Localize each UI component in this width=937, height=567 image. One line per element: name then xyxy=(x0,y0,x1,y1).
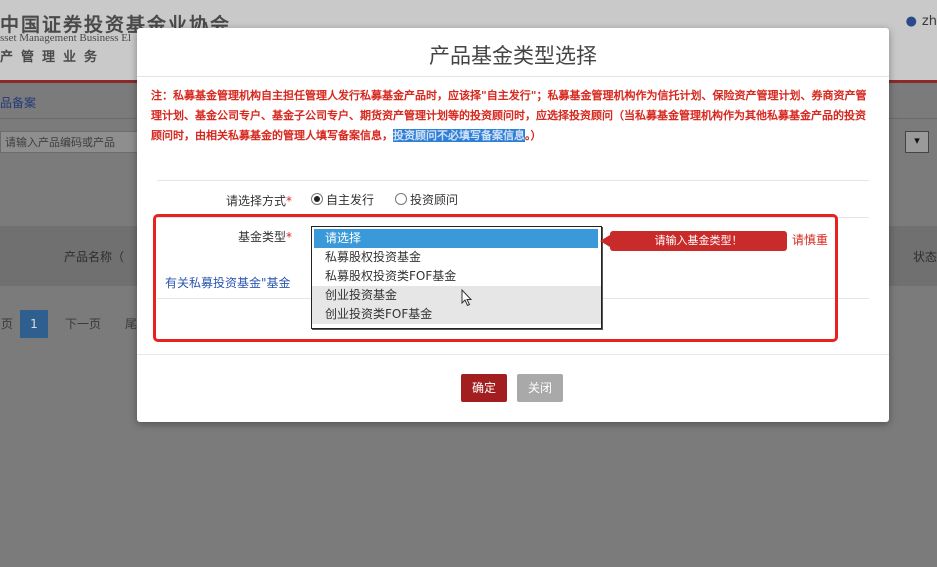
pager-current[interactable]: 1 xyxy=(20,310,48,338)
user-icon: ● xyxy=(905,14,917,29)
filter-select[interactable]: ▾ xyxy=(905,131,929,153)
notice-end: 。） xyxy=(525,129,542,142)
user-menu[interactable]: ● zh xyxy=(906,14,937,29)
pager-last[interactable]: 尾 xyxy=(124,310,138,338)
radio-self-issue[interactable]: 自主发行 xyxy=(311,191,374,208)
notice-highlight: 投资顾问不必填写备案信息 xyxy=(393,129,525,142)
modal-title: 产品基金类型选择 xyxy=(429,44,597,68)
pager-prev[interactable]: 页 xyxy=(0,310,14,338)
column-product-name: 产品名称（ xyxy=(64,250,125,264)
confirm-button[interactable]: 确定 xyxy=(461,374,507,402)
chevron-down-icon: ▾ xyxy=(914,134,920,147)
required-mark: * xyxy=(286,194,292,208)
pager-next[interactable]: 下一页 xyxy=(56,310,110,338)
close-button[interactable]: 关闭 xyxy=(517,374,563,402)
modal-footer-divider xyxy=(137,354,889,355)
radio-checked-icon xyxy=(311,193,323,205)
radio-investment-advisor[interactable]: 投资顾问 xyxy=(395,191,458,208)
column-status: 状态 xyxy=(913,250,937,264)
method-row: 请选择方式* 自主发行 投资顾问 xyxy=(157,180,869,218)
notice-text: 注：私募基金管理机构自主担任管理人发行私募基金产品时，应该择"自主发行"；私募基… xyxy=(151,86,873,146)
radio-unchecked-icon xyxy=(395,193,407,205)
breadcrumb[interactable]: 品备案 xyxy=(0,94,36,111)
modal-title-divider xyxy=(137,76,889,77)
user-name: zh xyxy=(921,14,937,29)
org-subtitle: 产管理业务 xyxy=(0,50,106,65)
method-label: 请选择方式* xyxy=(225,194,292,208)
annotation-highlight-box xyxy=(153,214,838,342)
product-search-input[interactable]: 请输入产品编码或产品 xyxy=(0,131,138,153)
org-name-en: sset Management Business El xyxy=(0,32,132,44)
